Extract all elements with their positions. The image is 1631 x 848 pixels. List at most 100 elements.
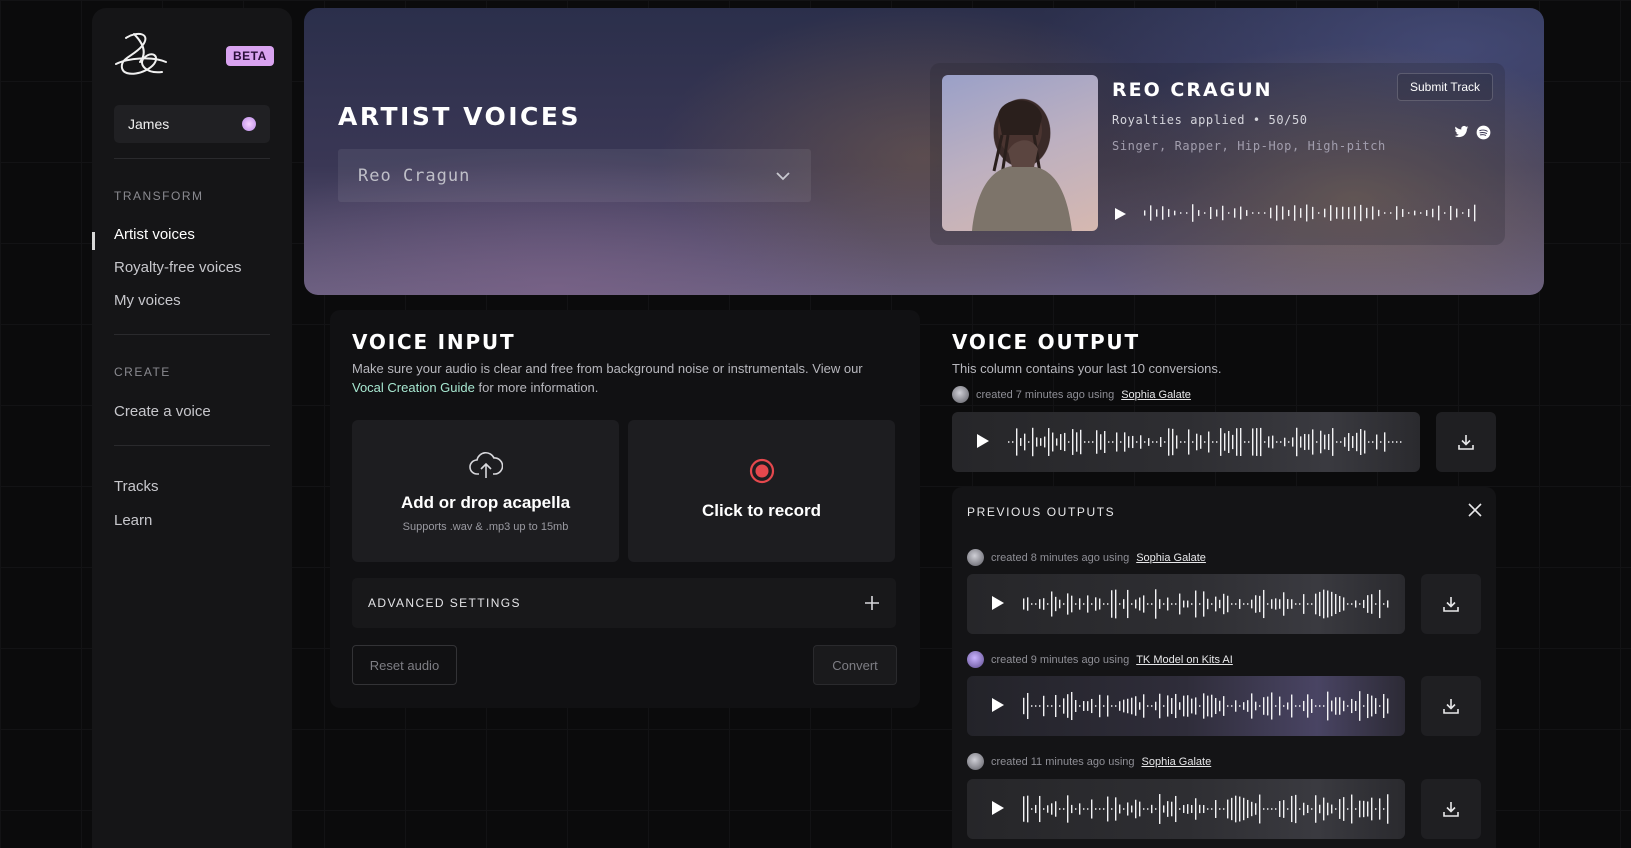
reset-audio-button[interactable]: Reset audio <box>352 645 457 685</box>
waveform-bar <box>1186 212 1188 214</box>
vocal-guide-link[interactable]: Vocal Creation Guide <box>352 380 475 395</box>
play-icon[interactable] <box>991 697 1005 713</box>
waveform-bar <box>1211 808 1213 810</box>
description-text: Make sure your audio is clear and free f… <box>352 361 863 376</box>
record-button[interactable]: Click to record <box>628 420 895 562</box>
waveform-bar <box>1147 705 1149 707</box>
waveform-bar <box>1059 599 1061 609</box>
waveform-bar <box>1047 705 1049 707</box>
waveform-bar <box>1303 700 1305 712</box>
waveform-bar <box>1363 800 1365 818</box>
download-button[interactable] <box>1421 779 1481 839</box>
download-icon <box>1443 597 1459 612</box>
download-icon <box>1443 699 1459 714</box>
play-icon[interactable] <box>1113 207 1127 221</box>
waveform-bar <box>1171 801 1173 817</box>
waveform-bar <box>1084 441 1086 443</box>
waveform-bar <box>1372 441 1374 443</box>
waveform-bar <box>1059 705 1061 707</box>
waveform-bar <box>1299 603 1301 605</box>
artist-preview-waveform[interactable] <box>1142 198 1482 228</box>
download-button[interactable] <box>1436 412 1496 472</box>
model-link[interactable]: Sophia Galate <box>1121 389 1191 401</box>
model-avatar <box>952 386 969 403</box>
waveform-bar <box>1248 441 1250 443</box>
nav-create-voice[interactable]: Create a voice <box>114 403 211 420</box>
waveform-bar <box>1156 441 1158 443</box>
nav-my-voices[interactable]: My voices <box>114 292 181 309</box>
waveform-bar <box>1144 441 1146 443</box>
waveform-bar <box>1091 799 1093 819</box>
advanced-settings-label: ADVANCED SETTINGS <box>368 596 521 610</box>
artist-select[interactable]: Reo Cragun <box>338 149 811 202</box>
nav-learn[interactable]: Learn <box>114 512 152 529</box>
waveform-bar <box>1243 702 1245 710</box>
waveform-bar <box>1080 429 1082 455</box>
waveform-bar <box>1171 603 1173 605</box>
waveform-bar <box>1311 603 1313 605</box>
waveform-bar <box>1071 595 1073 613</box>
waveform-bar <box>1095 808 1097 810</box>
waveform-bar <box>1255 595 1257 613</box>
output-waveform[interactable] <box>1021 584 1391 624</box>
model-link[interactable]: Sophia Galate <box>1142 756 1212 768</box>
waveform-bar <box>1155 701 1157 711</box>
waveform-bar <box>1450 205 1452 221</box>
download-button[interactable] <box>1421 574 1481 634</box>
play-icon[interactable] <box>991 595 1005 611</box>
submit-track-button[interactable]: Submit Track <box>1396 73 1493 101</box>
waveform-bar <box>1271 599 1273 609</box>
spotify-icon[interactable] <box>1476 125 1491 140</box>
convert-button[interactable]: Convert <box>813 645 897 685</box>
waveform-bar <box>1239 796 1241 822</box>
waveform-bar <box>1324 208 1326 218</box>
waveform-bar <box>1164 441 1166 443</box>
waveform-bar <box>1283 592 1285 616</box>
play-icon[interactable] <box>991 800 1005 816</box>
royalties-text: Royalties applied • 50/50 <box>1112 113 1308 127</box>
user-menu[interactable]: James <box>114 105 270 143</box>
waveform-bar <box>1296 427 1298 457</box>
nav-tracks[interactable]: Tracks <box>114 478 158 495</box>
waveform-bar <box>1348 207 1350 219</box>
waveform-bar <box>1244 441 1246 443</box>
output-waveform[interactable] <box>1006 422 1406 462</box>
waveform-bar <box>1207 808 1209 810</box>
waveform-bar <box>1055 694 1057 718</box>
waveform-bar <box>1240 428 1242 456</box>
output-waveform[interactable] <box>1021 789 1391 829</box>
model-link[interactable]: TK Model on Kits AI <box>1136 654 1233 666</box>
waveform-bar <box>1180 212 1182 214</box>
nav-royalty-free-voices[interactable]: Royalty-free voices <box>114 259 242 276</box>
waveform-bar <box>1063 698 1065 714</box>
waveform-bar <box>1332 428 1334 456</box>
twitter-icon[interactable] <box>1454 125 1469 139</box>
waveform-bar <box>1075 603 1077 605</box>
upload-dropzone[interactable]: Add or drop acapella Supports .wav & .mp… <box>352 420 619 562</box>
waveform-bar <box>1247 603 1249 605</box>
play-icon[interactable] <box>976 433 990 449</box>
waveform-bar <box>1236 428 1238 456</box>
waveform-bar <box>1375 698 1377 714</box>
waveform-bar <box>1323 797 1325 821</box>
output-waveform[interactable] <box>1021 686 1391 726</box>
waveform-bar <box>1287 599 1289 609</box>
waveform-bar <box>1150 205 1152 221</box>
waveform-bar <box>1222 205 1224 221</box>
waveform-bar <box>1099 694 1101 718</box>
waveform-bar <box>1359 603 1361 605</box>
download-button[interactable] <box>1421 676 1481 736</box>
artist-photo-image <box>972 100 1072 231</box>
waveform-bar <box>1075 700 1077 712</box>
waveform-bar <box>1035 705 1037 707</box>
previous-output-meta: created 8 minutes ago using Sophia Galat… <box>967 549 1206 566</box>
record-title: Click to record <box>701 501 822 520</box>
waveform-bar <box>1292 437 1294 447</box>
nav-artist-voices[interactable]: Artist voices <box>114 226 195 243</box>
model-link[interactable]: Sophia Galate <box>1136 552 1206 564</box>
waveform-bar <box>1234 208 1236 218</box>
advanced-settings-toggle[interactable]: ADVANCED SETTINGS <box>352 578 896 628</box>
waveform-bar <box>1295 705 1297 707</box>
waveform-bar <box>1227 799 1229 819</box>
close-icon[interactable] <box>1468 503 1482 517</box>
